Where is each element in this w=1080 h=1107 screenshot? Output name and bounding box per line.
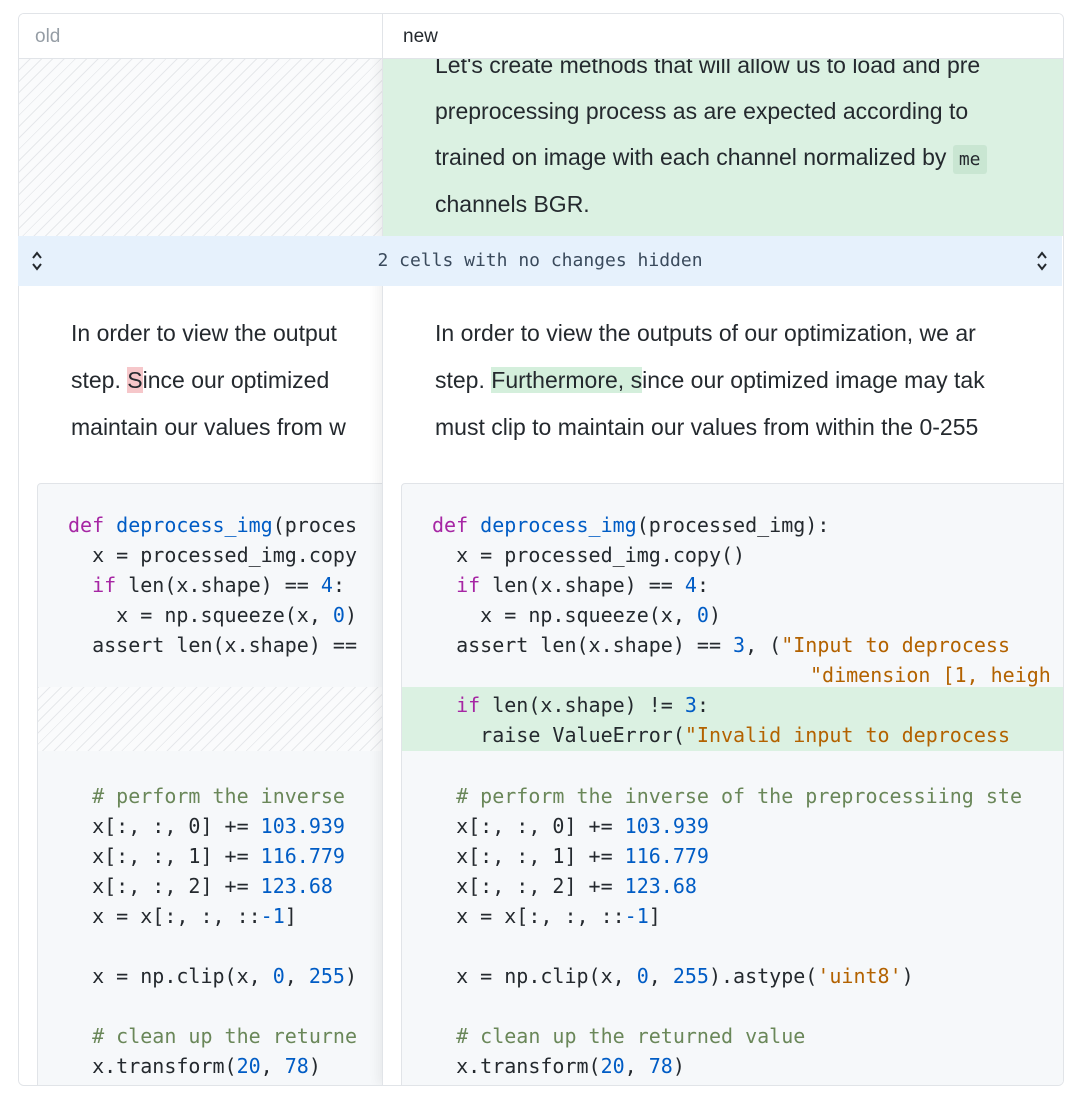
code-line: assert len(x.shape) == <box>68 633 357 657</box>
md-line: preprocessing process as are expected ac… <box>435 98 969 124</box>
code-line-added: raise ValueError("Invalid input to depro… <box>432 723 1010 747</box>
new-label: new <box>403 26 438 47</box>
code-line: if len(x.shape) == 4: <box>456 573 709 597</box>
code-line: x[:, :, 1] += 116.779 <box>68 844 345 868</box>
old-para-line: step. Since our optimized <box>71 367 330 393</box>
code-line: x[:, :, 2] += 123.68 <box>432 874 697 898</box>
new-para-line: In order to view the outputs of our opti… <box>435 320 976 346</box>
old-para-line: In order to view the output <box>71 320 337 346</box>
notebook-diff-view: old In order to view the output step. Si… <box>18 13 1064 1086</box>
code-line: "dimension [1, heigh <box>810 663 1051 687</box>
code-comment: # clean up the returned value <box>432 1024 806 1048</box>
code-line: x = x[:, :, ::-1] <box>432 904 661 928</box>
new-code-cell: def deprocess_img(processed_img): x = pr… <box>401 483 1063 1085</box>
md-line: Let's create methods that will allow us … <box>435 58 981 78</box>
deleted-text: S <box>127 367 143 393</box>
old-column: old In order to view the output step. Si… <box>19 14 382 1085</box>
empty-lines-placeholder <box>38 687 382 751</box>
code-line: assert len(x.shape) == 3, ("Input to dep… <box>432 633 1010 657</box>
code-line: x = np.clip(x, 0, 255) <box>68 964 358 988</box>
code-line: x[:, :, 2] += 123.68 <box>68 874 333 898</box>
unfold-icon[interactable] <box>1035 249 1049 273</box>
code-line: def deprocess_img(proces <box>68 513 358 537</box>
new-para-line: step. Furthermore, since our optimized i… <box>435 367 985 393</box>
old-header: old <box>19 14 382 59</box>
old-para-line: maintain our values from w <box>71 414 346 440</box>
added-markdown-cell: Let's create methods that will allow us … <box>383 58 1063 236</box>
code-line: x.transform(20, 78) <box>432 1054 685 1078</box>
empty-cell-placeholder <box>19 58 382 236</box>
code-line: def deprocess_img(processed_img): <box>432 513 830 537</box>
code-comment: # perform the inverse <box>68 784 345 808</box>
new-column: new Let's create methods that will allow… <box>382 14 1063 1085</box>
code-line: if len(x.shape) == 4: <box>92 573 345 597</box>
md-line: trained on image with each channel norma… <box>435 144 987 174</box>
code-line: x[:, :, 0] += 103.939 <box>432 814 709 838</box>
hidden-cells-expander[interactable]: 2 cells with no changes hidden <box>18 236 1062 286</box>
inline-code: me <box>952 145 987 174</box>
code-line: x.transform(20, 78) <box>68 1054 321 1078</box>
new-header: new <box>383 14 1063 59</box>
code-line-added: if len(x.shape) != 3: <box>456 693 709 717</box>
code-line: x[:, :, 0] += 103.939 <box>68 814 345 838</box>
added-text: Furthermore, s <box>491 367 643 393</box>
code-line: x = np.clip(x, 0, 255).astype('uint8') <box>432 964 914 988</box>
code-line: x = processed_img.copy <box>68 543 357 567</box>
hidden-cells-label[interactable]: 2 cells with no changes hidden <box>18 250 1062 271</box>
code-line: x = processed_img.copy() <box>432 543 746 567</box>
code-line: x = x[:, :, ::-1] <box>68 904 297 928</box>
code-line: x = np.squeeze(x, 0) <box>432 603 721 627</box>
md-line: channels BGR. <box>435 191 590 217</box>
code-line: x = np.squeeze(x, 0) <box>68 603 357 627</box>
old-label: old <box>35 26 61 47</box>
code-comment: # perform the inverse of the preprocessi… <box>432 784 1023 808</box>
code-comment: # clean up the returne <box>68 1024 357 1048</box>
code-line: x[:, :, 1] += 116.779 <box>432 844 709 868</box>
old-code-cell: def deprocess_img(proces x = processed_i… <box>37 483 382 1085</box>
new-para-line: must clip to maintain our values from wi… <box>435 414 979 440</box>
